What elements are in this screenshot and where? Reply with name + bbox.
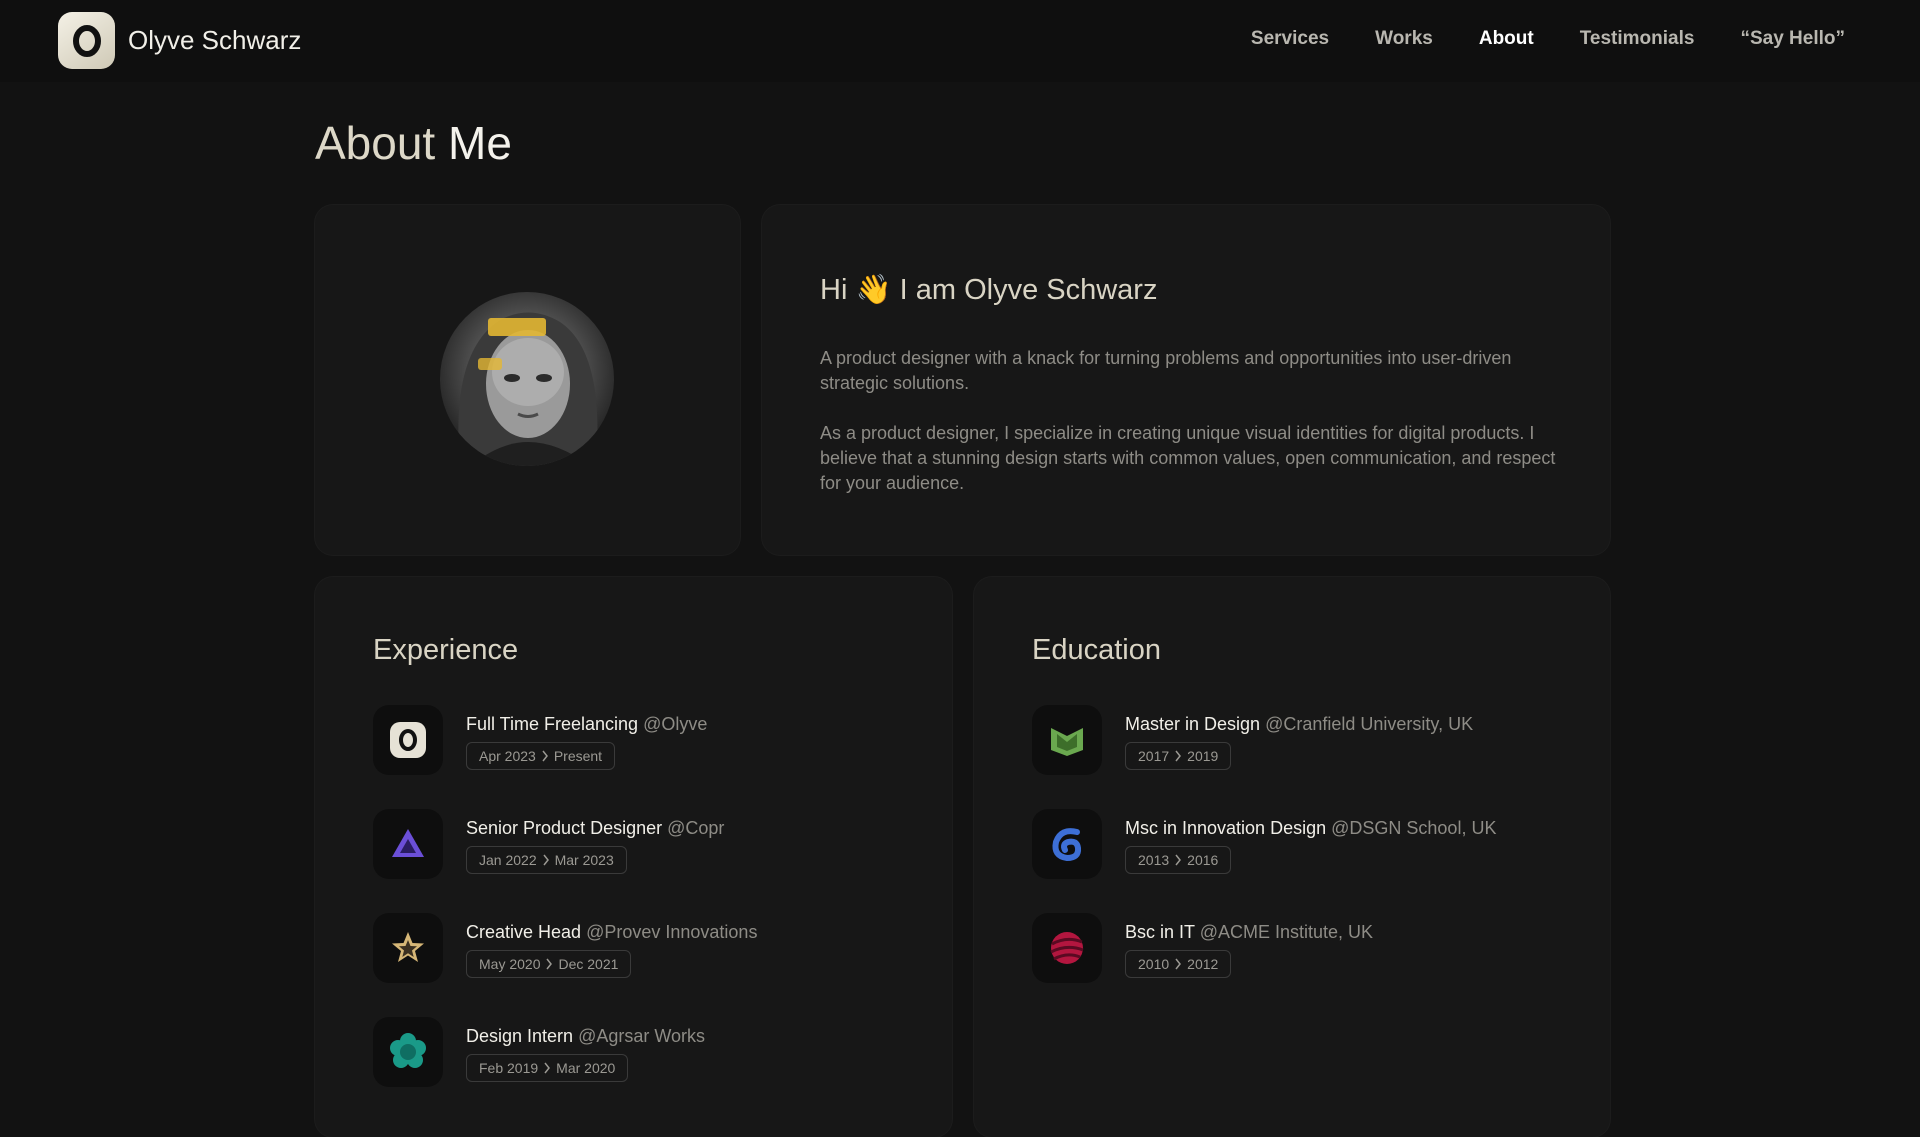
date-end: Mar 2020: [556, 1060, 616, 1076]
page-title-prefix: About: [315, 117, 436, 169]
experience-item: Design Intern @Agrsar Works Feb 2019 Mar…: [373, 1017, 933, 1087]
date-end: Present: [553, 748, 603, 764]
chevron-right-icon: [545, 958, 553, 970]
experience-item: Creative Head @Provev Innovations May 20…: [373, 913, 933, 983]
date-start: Apr 2023: [479, 748, 536, 764]
experience-card: Experience Full Time Freelancing @Olyve …: [315, 577, 952, 1137]
date-range-badge: Jan 2022 Mar 2023: [466, 846, 627, 874]
education-item: Msc in Innovation Design @DSGN School, U…: [1032, 809, 1592, 879]
date-start: 2017: [1138, 748, 1170, 764]
date-end: 2016: [1187, 852, 1219, 868]
date-end: Dec 2021: [558, 956, 619, 972]
avatar: [440, 292, 614, 466]
experience-role: Full Time Freelancing: [466, 714, 639, 734]
date-start: May 2020: [479, 956, 541, 972]
experience-org: @Provev Innovations: [586, 922, 758, 942]
page-title: About Me: [315, 116, 512, 170]
experience-item: Full Time Freelancing @Olyve Apr 2023 Pr…: [373, 705, 933, 775]
teal-flower-icon: [373, 1017, 443, 1087]
brand-name: Olyve Schwarz: [128, 25, 302, 55]
profile-photo-card: [315, 205, 740, 555]
date-range-badge: 2013 2016: [1125, 846, 1232, 874]
experience-role: Design Intern: [466, 1026, 574, 1046]
chevron-right-icon: [541, 750, 549, 762]
greeting-name: I am Olyve Schwarz: [899, 274, 1158, 306]
experience-item-title: Design Intern @Agrsar Works: [466, 1026, 705, 1047]
green-m-icon: [1032, 705, 1102, 775]
chevron-right-icon: [1174, 854, 1182, 866]
education-item: Master in Design @Cranfield University, …: [1032, 705, 1592, 775]
greeting: Hi 👋 I am Olyve Schwarz: [820, 273, 1157, 307]
experience-item: Senior Product Designer @Copr Jan 2022 M…: [373, 809, 933, 879]
bio-paragraph-2: As a product designer, I specialize in c…: [820, 423, 1556, 493]
nav-services[interactable]: Services: [1251, 28, 1329, 50]
education-institution: @ACME Institute, UK: [1199, 922, 1374, 942]
date-range-badge: Apr 2023 Present: [466, 742, 616, 770]
education-item-title: Msc in Innovation Design @DSGN School, U…: [1125, 818, 1496, 839]
date-range-badge: 2010 2012: [1125, 950, 1232, 978]
experience-item-title: Creative Head @Provev Innovations: [466, 922, 757, 943]
top-navigation-bar: Olyve Schwarz Services Works About Testi…: [0, 0, 1920, 82]
education-item: Bsc in IT @ACME Institute, UK 2010 2012: [1032, 913, 1592, 983]
brand[interactable]: Olyve Schwarz: [58, 12, 301, 69]
education-item-title: Bsc in IT @ACME Institute, UK: [1125, 922, 1373, 943]
purple-triangle-icon: [373, 809, 443, 879]
chevron-right-icon: [543, 1062, 551, 1074]
date-start: Feb 2019: [479, 1060, 539, 1076]
date-end: 2012: [1187, 956, 1219, 972]
experience-org: @Copr: [667, 818, 725, 838]
date-range-badge: May 2020 Dec 2021: [466, 950, 632, 978]
experience-role: Creative Head: [466, 922, 582, 942]
o-logo-icon: [58, 12, 115, 69]
waving-hand-icon: 👋: [855, 274, 892, 306]
bio-paragraph-1: A product designer with a knack for turn…: [820, 348, 1512, 393]
date-range-badge: Feb 2019 Mar 2020: [466, 1054, 629, 1082]
education-card: Education Master in Design @Cranfield Un…: [974, 577, 1610, 1137]
education-degree: Bsc in IT: [1125, 922, 1195, 942]
education-item-title: Master in Design @Cranfield University, …: [1125, 714, 1473, 735]
intro-card: Hi 👋 I am Olyve Schwarz A product design…: [762, 205, 1610, 555]
olyve-logo-icon: [373, 705, 443, 775]
nav-say-hello[interactable]: “Say Hello”: [1740, 28, 1845, 50]
main-nav: Services Works About Testimonials “Say H…: [1205, 28, 1845, 50]
page-title-strong: Me: [448, 117, 512, 169]
experience-title: Experience: [373, 634, 519, 666]
gold-star-icon: [373, 913, 443, 983]
experience-role: Senior Product Designer: [466, 818, 663, 838]
date-start: 2010: [1138, 956, 1170, 972]
experience-item-title: Full Time Freelancing @Olyve: [466, 714, 707, 735]
experience-org: @Agrsar Works: [578, 1026, 706, 1046]
experience-item-title: Senior Product Designer @Copr: [466, 818, 724, 839]
nav-about[interactable]: About: [1479, 28, 1534, 50]
date-start: Jan 2022: [479, 852, 537, 868]
experience-org: @Olyve: [643, 714, 708, 734]
education-institution: @Cranfield University, UK: [1265, 714, 1474, 734]
red-sphere-icon: [1032, 913, 1102, 983]
date-end: 2019: [1187, 748, 1219, 764]
date-end: Mar 2023: [554, 852, 614, 868]
education-degree: Master in Design: [1125, 714, 1261, 734]
date-start: 2013: [1138, 852, 1170, 868]
chevron-right-icon: [542, 854, 550, 866]
education-title: Education: [1032, 634, 1161, 666]
date-range-badge: 2017 2019: [1125, 742, 1232, 770]
blue-swirl-icon: [1032, 809, 1102, 879]
education-degree: Msc in Innovation Design: [1125, 818, 1327, 838]
education-institution: @DSGN School, UK: [1331, 818, 1497, 838]
greeting-hi: Hi: [820, 274, 848, 306]
nav-testimonials[interactable]: Testimonials: [1580, 28, 1695, 50]
chevron-right-icon: [1174, 750, 1182, 762]
nav-works[interactable]: Works: [1375, 28, 1433, 50]
chevron-right-icon: [1174, 958, 1182, 970]
